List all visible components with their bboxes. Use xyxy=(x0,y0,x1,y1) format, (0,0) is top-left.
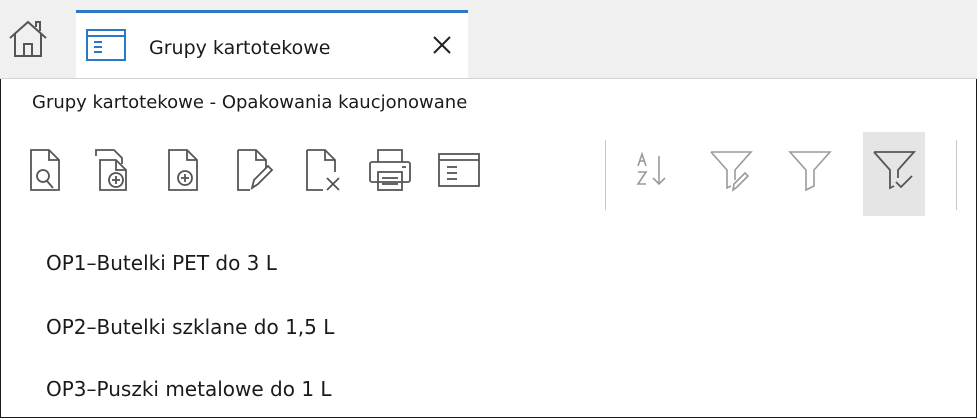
tab-bar: Grupy kartotekowe xyxy=(0,0,977,79)
print-button[interactable] xyxy=(359,132,421,216)
filter-button[interactable] xyxy=(779,132,841,216)
list-item[interactable]: OP3–Puszki metalowe do 1 L xyxy=(46,377,332,401)
list-window-icon xyxy=(84,27,128,63)
toolbar-separator xyxy=(956,140,957,210)
list-view-button[interactable] xyxy=(428,132,490,216)
tab-label: Grupy kartotekowe xyxy=(149,37,331,59)
search-document-button[interactable] xyxy=(14,132,76,216)
toolbar-separator xyxy=(605,140,606,210)
list-item[interactable]: OP2–Butelki szklane do 1,5 L xyxy=(46,315,334,339)
edit-filter-button[interactable] xyxy=(700,132,762,216)
home-icon xyxy=(6,16,50,60)
sort-button[interactable] xyxy=(622,132,684,216)
delete-document-button[interactable] xyxy=(290,132,352,216)
list-item[interactable]: OP1–Butelki PET do 3 L xyxy=(46,251,277,275)
copy-add-document-button[interactable] xyxy=(83,132,145,216)
home-button[interactable] xyxy=(6,16,50,72)
tab-grupy-kartotekowe[interactable]: Grupy kartotekowe xyxy=(76,10,468,78)
close-icon[interactable] xyxy=(424,27,460,63)
add-document-button[interactable] xyxy=(152,132,214,216)
page-title: Grupy kartotekowe - Opakowania kaucjonow… xyxy=(32,92,468,113)
toolbar xyxy=(0,132,977,218)
applied-filter-button[interactable] xyxy=(863,132,925,216)
edit-document-button[interactable] xyxy=(221,132,283,216)
